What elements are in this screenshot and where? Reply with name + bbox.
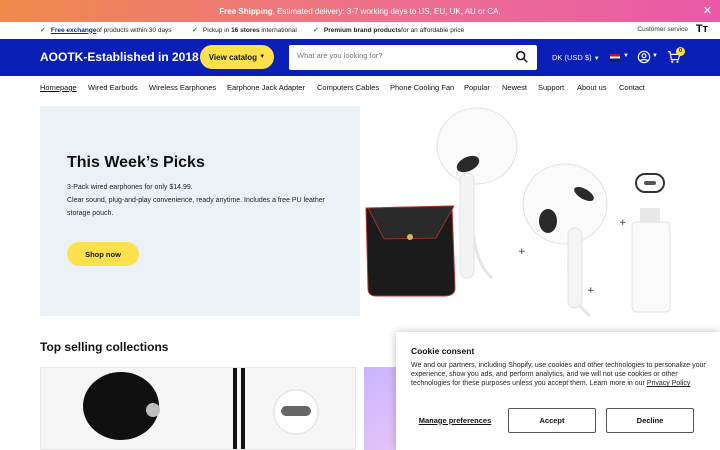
nav-item-computers-cables[interactable]: Computers Cables (317, 83, 379, 92)
usp-text: for an affordable price (401, 26, 465, 34)
announcement-text: , Estimated delivery: 3-7 working days t… (272, 6, 501, 16)
svg-text:+: + (518, 247, 526, 257)
logo[interactable]: AOOTK-Established in 2018 (40, 50, 199, 64)
view-catalog-label: View catalog (208, 52, 258, 62)
earphones-illustration: + + + (365, 107, 671, 318)
search-input[interactable] (297, 51, 497, 60)
search-box (289, 45, 537, 70)
search-icon[interactable] (515, 50, 529, 64)
usp-text: international (261, 26, 297, 34)
decline-button[interactable]: Decline (606, 408, 694, 433)
chevron-down-icon: ▼ (259, 54, 266, 60)
manage-preferences-button[interactable]: Manage preferences (411, 408, 499, 433)
usp-bold: 16 stores (231, 26, 260, 34)
accept-button[interactable]: Accept (508, 408, 596, 433)
nav-item-homepage[interactable]: Homepage (40, 83, 77, 92)
chevron-down-icon: ▼ (593, 56, 600, 62)
flag-icon[interactable] (610, 54, 620, 61)
text-size-icon[interactable]: Tт (696, 23, 708, 35)
usp-bold: Premium brand products (323, 26, 402, 34)
check-icon: ✓ (40, 27, 46, 34)
usp-text: of products within 30 days (96, 26, 172, 34)
nav-item-popular[interactable]: Popular (464, 83, 490, 92)
usp-item-pickup: ✓ Pickup in 16 stores international (192, 26, 297, 35)
hero-title: This Week’s Picks (67, 154, 205, 171)
svg-text:+: + (619, 218, 627, 228)
nav-item-wired-earbuds[interactable]: Wired Earbuds (88, 83, 138, 92)
main-nav: Homepage Wired Earbuds Wireless Earphone… (0, 76, 720, 98)
announcement-bar: Free Shipping, Estimated delivery: 3-7 w… (0, 0, 720, 22)
free-exchange-link[interactable]: Free exchange (51, 27, 97, 34)
nav-item-support[interactable]: Support (538, 83, 564, 92)
collection-card[interactable] (40, 367, 356, 450)
nav-item-phone-cooling-fan[interactable]: Phone Cooling Fan (390, 83, 454, 92)
account-icon[interactable] (637, 50, 651, 64)
announcement-bold: Free Shipping (219, 6, 273, 16)
svg-text:+: + (587, 286, 595, 296)
hero-description: 3-Pack wired earphones for only $14.99. … (67, 181, 327, 220)
chevron-down-icon: ▼ (652, 53, 658, 59)
black-earbud-image (83, 368, 319, 449)
pouch-graphic (365, 205, 456, 297)
nav-item-about-us[interactable]: About us (577, 83, 607, 92)
section-title: Top selling collections (40, 340, 169, 354)
currency-label: DK (USD $) (552, 53, 592, 62)
currency-selector[interactable]: DK (USD $) ▼ (552, 53, 600, 62)
check-icon: ✓ (192, 27, 198, 34)
cookie-title: Cookie consent (411, 346, 475, 356)
hero-banner: This Week’s Picks 3-Pack wired earphones… (40, 106, 360, 316)
hero-line-1: 3-Pack wired earphones for only $14.99. (67, 184, 193, 191)
customer-service-link[interactable]: Customer service (637, 26, 688, 33)
shop-now-button[interactable]: Shop now (67, 242, 139, 266)
cart-count-badge: 0 (676, 47, 685, 56)
nav-item-wireless-earphones[interactable]: Wireless Earphones (149, 83, 216, 92)
usp-bar: ✓ Free exchange of products within 30 da… (0, 22, 720, 39)
chevron-down-icon: ▼ (623, 53, 629, 59)
usp-item-premium: ✓ Premium brand products for an affordab… (313, 26, 465, 35)
usp-item-exchange: ✓ Free exchange of products within 30 da… (40, 26, 172, 35)
close-icon[interactable]: ✕ (703, 4, 712, 17)
nav-item-contact[interactable]: Contact (619, 83, 645, 92)
hero-line-2: Clear sound, plug-and-play convenience, … (67, 197, 325, 217)
usp-text: Pickup in (202, 26, 230, 34)
nav-item-earphone-jack-adapter[interactable]: Earphone Jack Adapter (227, 83, 305, 92)
privacy-policy-link[interactable]: Privacy Policy (647, 380, 691, 387)
usb-c-connector-graphic (631, 173, 671, 313)
view-catalog-button[interactable]: View catalog ▼ (200, 45, 274, 69)
cookie-text: We and our partners, including Shopify, … (411, 361, 709, 388)
nav-item-newest[interactable]: Newest (502, 83, 527, 92)
hero-product-image: + + + (360, 98, 680, 318)
check-icon: ✓ (313, 27, 319, 34)
